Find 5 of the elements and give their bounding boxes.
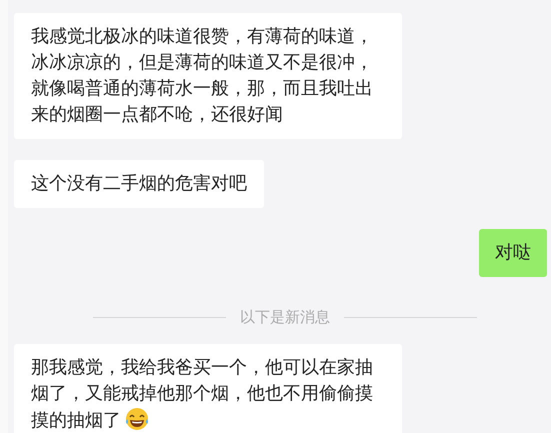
message-bubble: 我感觉北极冰的味道很赞，有薄荷的味道，冰冰凉凉的，但是薄荷的味道又不是很冲，就像喝普通的薄荷水一般，那，而且我吐出来的烟圈一点都不呛，还很好闻: [14, 13, 402, 139]
message-bubble: 这个没有二手烟的危害对吧: [14, 160, 264, 208]
message-bubble: 那我感觉，我给我爸买一个，他可以在家抽烟了，又能戒掉他那个烟，他也不用偷偷摸摸的抽烟了: [14, 344, 402, 433]
new-messages-label: 以下是新消息: [240, 308, 330, 327]
message-bubble: 对哒: [479, 229, 547, 277]
